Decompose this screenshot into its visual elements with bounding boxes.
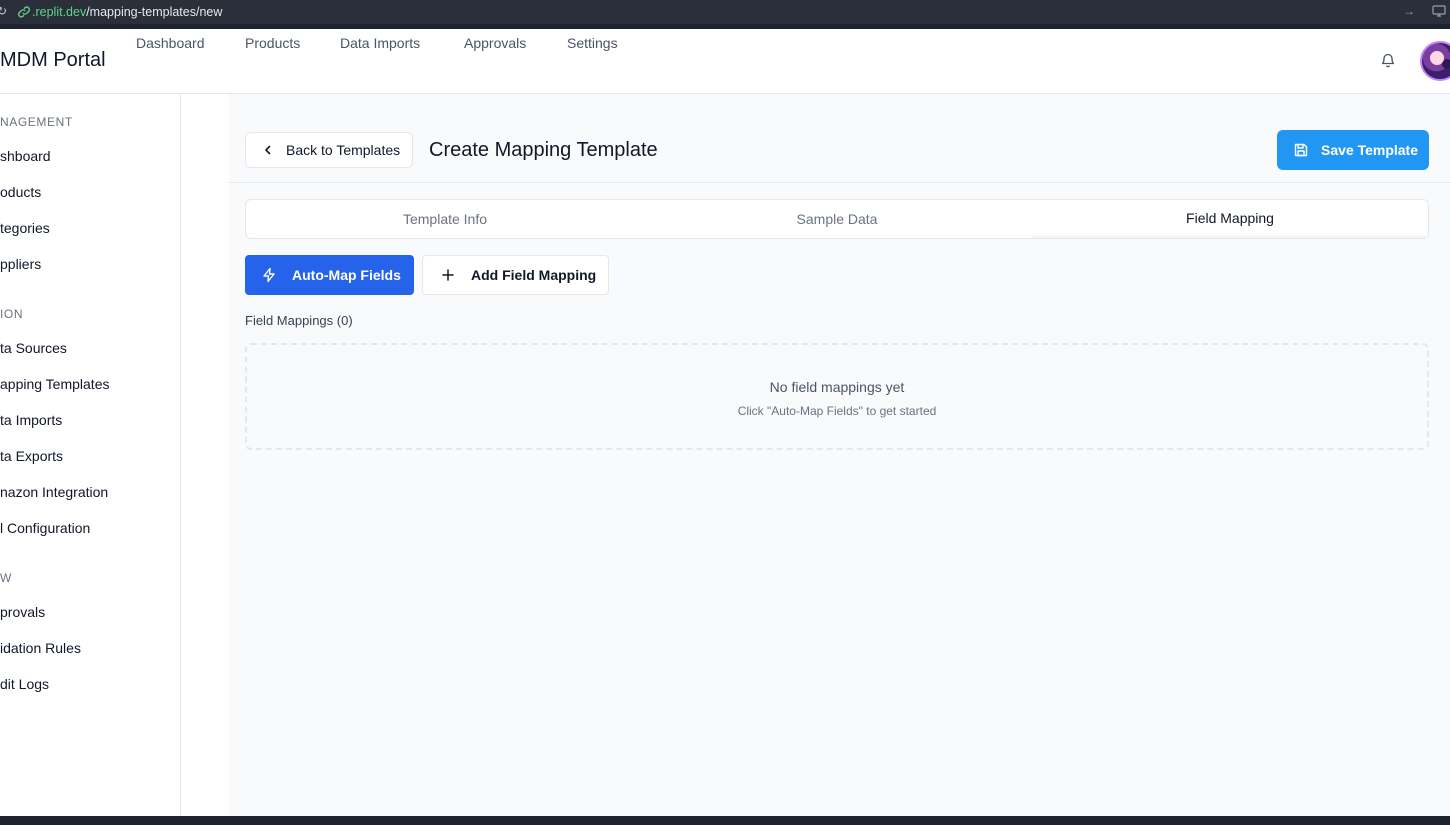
back-to-templates-button[interactable]: Back to Templates — [245, 132, 413, 168]
link-icon — [18, 6, 30, 18]
sidebar-item-dashboard[interactable]: shboard — [0, 148, 51, 164]
sidebar-item-audit-logs[interactable]: dit Logs — [0, 676, 49, 692]
tab-template-info[interactable]: Template Info — [246, 200, 644, 238]
sidebar-item-amazon-integration[interactable]: nazon Integration — [0, 484, 108, 500]
back-button-label: Back to Templates — [286, 142, 401, 158]
empty-state-hint: Click "Auto-Map Fields" to get started — [737, 404, 937, 418]
add-field-mapping-button[interactable]: Add Field Mapping — [422, 255, 609, 295]
page-title: Create Mapping Template — [429, 139, 658, 161]
page-header: Back to Templates Create Mapping Templat… — [229, 94, 1450, 183]
tab-sample-data[interactable]: Sample Data — [640, 200, 1034, 238]
save-button-label: Save Template — [1321, 142, 1419, 158]
sidebar-item-data-exports[interactable]: ta Exports — [0, 448, 63, 464]
sidebar-item-approvals[interactable]: provals — [0, 604, 45, 620]
sidebar-item-validation-rules[interactable]: idation Rules — [0, 640, 81, 656]
save-template-button[interactable]: Save Template — [1277, 130, 1429, 170]
plus-icon — [442, 269, 454, 281]
topnav-dashboard[interactable]: Dashboard — [136, 35, 205, 51]
empty-state: No field mappings yet Click "Auto-Map Fi… — [245, 343, 1429, 450]
screen-icon[interactable] — [1432, 5, 1446, 17]
sidebar: NAGEMENT shboard oducts tegories ppliers… — [0, 94, 181, 816]
lightning-icon — [263, 267, 275, 283]
sidebar-item-configuration[interactable]: l Configuration — [0, 520, 90, 536]
tab-list: Template Info Sample Data Field Mapping — [245, 199, 1429, 239]
top-header: MDM Portal Dashboard Products Data Impor… — [0, 29, 1450, 94]
sidebar-section-integration: ION — [0, 307, 24, 321]
browser-url-bar[interactable]: ↻ .replit.dev/mapping-templates/new → — [0, 0, 1450, 24]
url-path: /mapping-templates/new — [86, 5, 223, 19]
tab-field-mapping[interactable]: Field Mapping — [1032, 200, 1428, 238]
sidebar-item-data-imports[interactable]: ta Imports — [0, 412, 62, 428]
sidebar-section-management: NAGEMENT — [0, 115, 73, 129]
user-avatar[interactable] — [1420, 41, 1450, 81]
topnav-products[interactable]: Products — [245, 35, 300, 51]
empty-state-title: No field mappings yet — [769, 379, 905, 395]
sidebar-item-categories[interactable]: tegories — [0, 220, 50, 236]
sidebar-item-data-sources[interactable]: ta Sources — [0, 340, 67, 356]
topnav-settings[interactable]: Settings — [567, 35, 618, 51]
go-arrow-icon[interactable]: → — [1403, 4, 1415, 18]
brand-title: MDM Portal — [0, 49, 106, 71]
topnav-approvals[interactable]: Approvals — [464, 35, 526, 51]
bell-icon[interactable] — [1380, 52, 1396, 68]
chevron-left-icon — [265, 145, 271, 155]
url-domain: .replit.dev — [32, 5, 87, 19]
sidebar-section-workflow: W — [0, 571, 12, 585]
reload-icon[interactable]: ↻ — [0, 4, 7, 18]
save-icon — [1294, 143, 1308, 157]
topnav-data-imports[interactable]: Data Imports — [340, 35, 420, 51]
sidebar-item-mapping-templates[interactable]: apping Templates — [0, 376, 109, 392]
main-content: Back to Templates Create Mapping Templat… — [229, 94, 1450, 816]
auto-map-label: Auto-Map Fields — [292, 267, 401, 283]
add-mapping-label: Add Field Mapping — [471, 267, 597, 283]
sidebar-item-products[interactable]: oducts — [0, 184, 41, 200]
field-mappings-heading: Field Mappings (0) — [245, 313, 353, 328]
auto-map-fields-button[interactable]: Auto-Map Fields — [245, 255, 414, 295]
bottom-bar — [0, 816, 1450, 825]
url-text[interactable]: .replit.dev/mapping-templates/new — [32, 4, 222, 20]
sidebar-item-suppliers[interactable]: ppliers — [0, 256, 41, 272]
